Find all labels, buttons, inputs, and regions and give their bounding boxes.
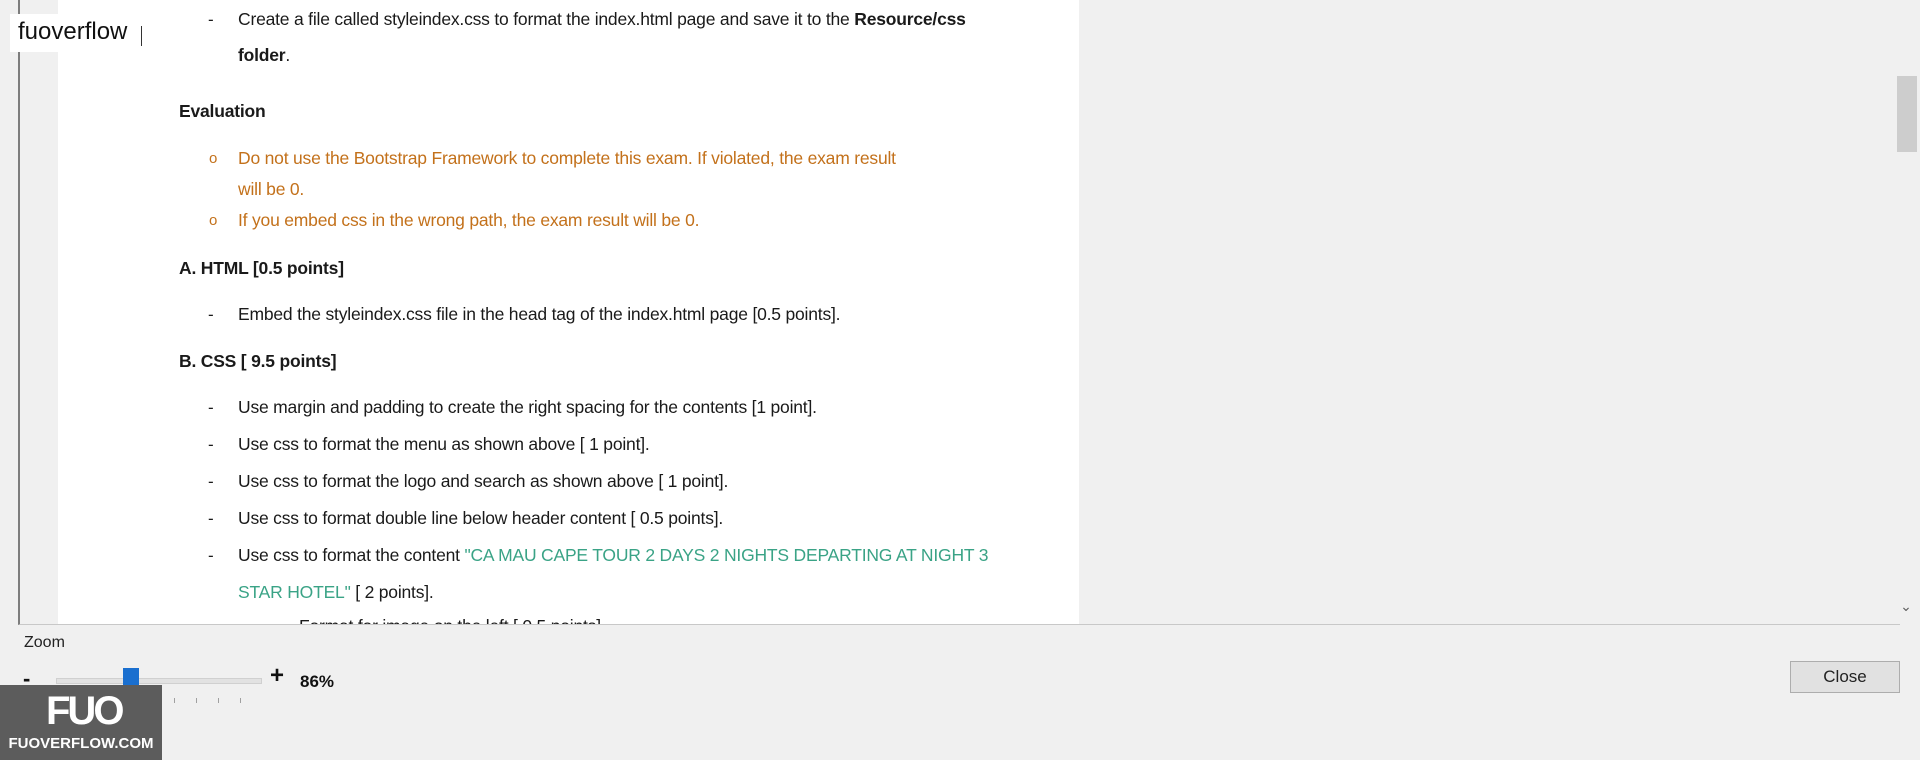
eval-item-2: If you embed css in the wrong path, the … xyxy=(238,210,700,230)
section-b-item-5-line-1: Use css to format the content "CA MAU CA… xyxy=(238,545,988,566)
app-title: fuoverflow xyxy=(10,14,136,52)
intro-period: . xyxy=(285,45,291,65)
evaluation-heading: Evaluation xyxy=(179,101,266,121)
item-5-quote: "CA MAU CAPE TOUR 2 DAYS 2 NIGHTS DEPART… xyxy=(464,545,989,565)
bullet-dash: - xyxy=(208,546,214,565)
document-viewer: - Create a file called styleindex.css to… xyxy=(0,0,1920,625)
watermark-text: FUOVERFLOW.COM xyxy=(8,735,154,752)
section-b-item-2: Use css to format the menu as shown abov… xyxy=(238,434,650,454)
chevron-down-icon[interactable]: ⌄ xyxy=(1896,598,1916,620)
section-b-heading: B. CSS [ 9.5 points] xyxy=(179,351,337,371)
intro-line-1: Create a file called styleindex.css to f… xyxy=(238,9,966,30)
bullet-dash: - xyxy=(208,398,214,417)
partial-bottom-line: Format for image on the left [ 0.5 point… xyxy=(299,616,601,624)
vertical-scrollbar[interactable]: ⌄ xyxy=(1894,0,1918,624)
bullet-dash: - xyxy=(208,10,214,29)
intro-bold-folder: folder xyxy=(238,45,286,65)
slider-tick xyxy=(218,698,219,703)
text-caret xyxy=(141,26,142,46)
zoom-slider-track[interactable] xyxy=(56,678,262,684)
section-a-heading: A. HTML [0.5 points] xyxy=(179,258,344,278)
bullet-circle: o xyxy=(209,150,218,167)
intro-bold-path: Resource/css xyxy=(854,9,966,29)
zoom-value: 86% xyxy=(300,672,335,691)
eval-item-1-line-2: will be 0. xyxy=(238,179,305,199)
scrollbar-thumb[interactable] xyxy=(1897,76,1917,152)
bullet-dash: - xyxy=(208,435,214,454)
bullet-dash: - xyxy=(208,509,214,528)
eval-item-1-line-1: Do not use the Bootstrap Framework to co… xyxy=(238,148,896,168)
item-5-quote-end: STAR HOTEL" xyxy=(238,582,351,602)
viewer-frame: - Create a file called styleindex.css to… xyxy=(18,0,1918,625)
slider-tick xyxy=(196,698,197,703)
intro-line-2: folder. xyxy=(238,45,290,66)
bullet-dash: - xyxy=(208,472,214,491)
section-b-item-3: Use css to format the logo and search as… xyxy=(238,471,729,491)
slider-tick xyxy=(240,698,241,703)
section-b-item-5-line-2: STAR HOTEL" [ 2 points]. xyxy=(238,582,434,603)
bullet-circle: o xyxy=(209,212,218,229)
fuo-logo-icon: FUO xyxy=(46,689,124,733)
section-b-item-4: Use css to format double line below head… xyxy=(238,508,724,528)
zoom-label: Zoom xyxy=(24,634,65,651)
slider-tick xyxy=(174,698,175,703)
item-5-suffix: [ 2 points]. xyxy=(350,582,434,602)
watermark-logo: FUO FUOVERFLOW.COM xyxy=(0,685,162,760)
section-b-item-1: Use margin and padding to create the rig… xyxy=(238,397,817,417)
close-button[interactable]: Close xyxy=(1790,661,1900,693)
intro-text: Create a file called styleindex.css to f… xyxy=(238,9,855,29)
section-a-item-1: Embed the styleindex.css file in the hea… xyxy=(238,304,841,324)
bullet-dash: - xyxy=(208,305,214,324)
document-page: - Create a file called styleindex.css to… xyxy=(58,0,1079,624)
item-5-prefix: Use css to format the content xyxy=(238,545,465,565)
zoom-in-button[interactable]: + xyxy=(270,662,284,690)
